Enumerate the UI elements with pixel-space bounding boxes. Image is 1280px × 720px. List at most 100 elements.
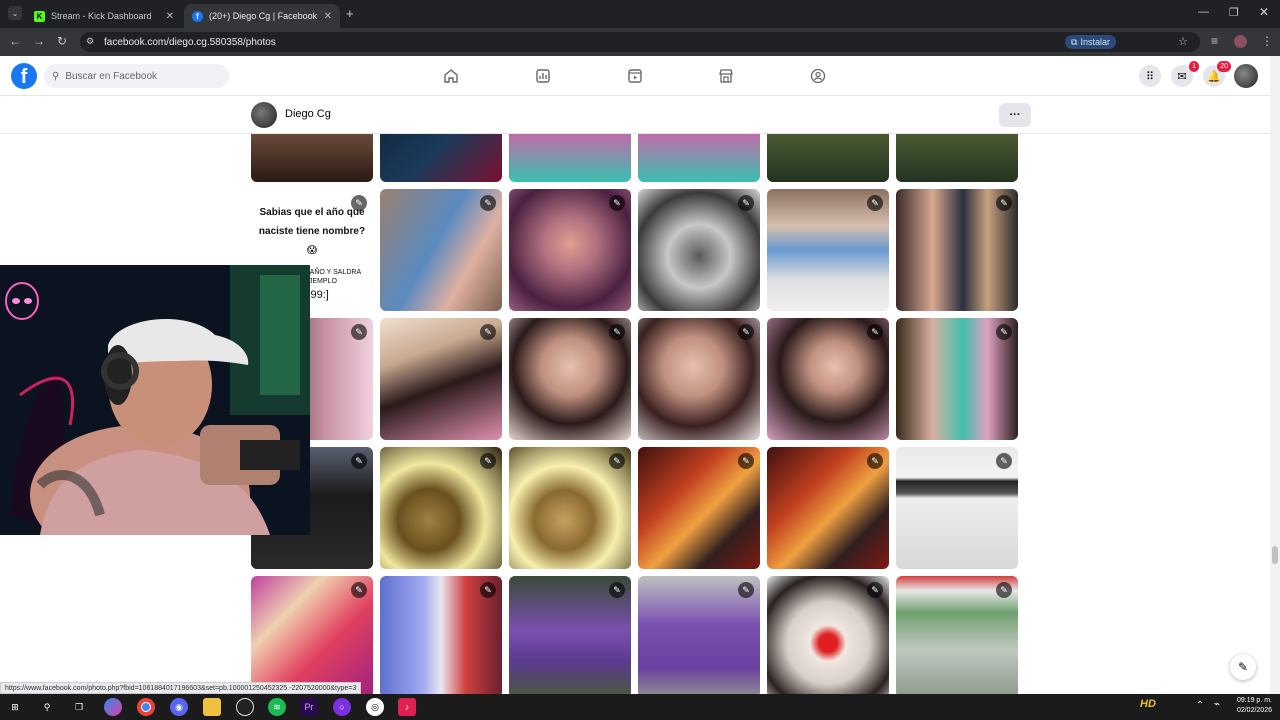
photo-item[interactable] — [509, 134, 631, 182]
back-icon[interactable]: ← — [9, 34, 21, 48]
edit-pencil-icon[interactable]: ✎ — [480, 324, 496, 340]
photo-item[interactable]: ✎ — [638, 318, 760, 440]
more-options-button[interactable]: ··· — [999, 103, 1031, 127]
tray-chevron-icon[interactable]: ⌃ — [1196, 700, 1204, 711]
reload-icon[interactable]: ↻ — [57, 34, 67, 48]
close-tab-icon[interactable]: ✕ — [324, 11, 332, 22]
photo-item[interactable]: ✎ — [767, 189, 889, 311]
premiere-icon[interactable]: Pr — [300, 698, 318, 716]
install-app-button[interactable]: ⧉ Instalar — [1065, 35, 1116, 49]
pages-nav-icon[interactable] — [535, 68, 551, 84]
spotify-icon[interactable]: ≋ — [268, 698, 286, 716]
menu-kebab-icon[interactable]: ⋮ — [1261, 34, 1273, 48]
facebook-logo[interactable]: f — [11, 63, 37, 89]
search-input[interactable]: ⚲ Buscar en Facebook — [44, 64, 229, 88]
url-bar[interactable]: ⚙ facebook.com/diego.cg.580358/photos ⧉ I… — [80, 32, 1200, 52]
edit-pencil-icon[interactable]: ✎ — [867, 582, 883, 598]
edit-pencil-icon[interactable]: ✎ — [996, 582, 1012, 598]
groups-nav-icon[interactable] — [810, 68, 826, 84]
windows-start-icon[interactable]: ⊞ — [6, 698, 24, 716]
photo-item[interactable]: ✎ — [767, 318, 889, 440]
edit-pencil-icon[interactable]: ✎ — [609, 582, 625, 598]
search-icon[interactable]: ⚲ — [38, 698, 56, 716]
restore-button[interactable]: ❐ — [1229, 6, 1239, 19]
photo-item[interactable]: ✎ — [509, 447, 631, 569]
edit-pencil-icon[interactable]: ✎ — [867, 453, 883, 469]
edit-pencil-icon[interactable]: ✎ — [867, 324, 883, 340]
task-view-icon[interactable]: ❒ — [70, 698, 88, 716]
scrollbar-thumb[interactable] — [1272, 546, 1278, 564]
photo-item[interactable] — [767, 134, 889, 182]
menu-grid-button[interactable]: ⠿ — [1139, 65, 1161, 87]
discord-icon[interactable]: ◉ — [170, 698, 188, 716]
new-message-button[interactable]: ✎ — [1230, 654, 1256, 680]
photo-item[interactable]: ✎ — [638, 447, 760, 569]
video-nav-icon[interactable] — [627, 68, 643, 84]
bookmark-star-icon[interactable]: ☆ — [1178, 35, 1188, 48]
copilot-icon[interactable] — [104, 698, 122, 716]
site-info-icon[interactable]: ⚙ — [86, 36, 94, 47]
edit-pencil-icon[interactable]: ✎ — [480, 453, 496, 469]
notifications-button[interactable]: 🔔 20 — [1203, 61, 1231, 87]
edit-pencil-icon[interactable]: ✎ — [738, 453, 754, 469]
app-purple-icon[interactable]: ○ — [333, 698, 351, 716]
photo-item[interactable]: ✎ — [509, 189, 631, 311]
edit-pencil-icon[interactable]: ✎ — [996, 453, 1012, 469]
account-avatar[interactable] — [1234, 64, 1258, 88]
profile-avatar[interactable] — [251, 102, 277, 128]
tab-list-button[interactable]: ⌄ — [8, 6, 22, 20]
photo-item[interactable]: ✎ — [638, 189, 760, 311]
photo-item[interactable]: ✎ — [509, 318, 631, 440]
photo-item[interactable]: ✎ — [380, 447, 502, 569]
edit-pencil-icon[interactable]: ✎ — [609, 195, 625, 211]
tab-facebook[interactable]: f (20+) Diego Cg | Facebook ✕ — [184, 4, 340, 28]
edit-pencil-icon[interactable]: ✎ — [609, 453, 625, 469]
photo-item[interactable]: ✎ — [896, 189, 1018, 311]
tab-kick-dashboard[interactable]: K Stream - Kick Dashboard ✕ — [26, 4, 182, 28]
photo-item[interactable]: ✎ — [767, 576, 889, 694]
photo-item[interactable] — [380, 134, 502, 182]
network-icon[interactable]: ⌁ — [1214, 699, 1220, 710]
app-white-icon[interactable]: ◎ — [366, 698, 384, 716]
photo-item[interactable] — [251, 134, 373, 182]
edit-pencil-icon[interactable]: ✎ — [480, 582, 496, 598]
close-window-button[interactable]: ✕ — [1259, 5, 1269, 19]
photo-item[interactable]: ✎ — [896, 576, 1018, 694]
photo-item[interactable]: ✎ — [380, 189, 502, 311]
photo-item[interactable]: ✎ — [638, 576, 760, 694]
edit-pencil-icon[interactable]: ✎ — [996, 324, 1012, 340]
edit-pencil-icon[interactable]: ✎ — [480, 195, 496, 211]
edit-pencil-icon[interactable]: ✎ — [351, 582, 367, 598]
edit-pencil-icon[interactable]: ✎ — [351, 195, 367, 211]
obs-icon[interactable] — [236, 698, 254, 716]
tiktok-icon[interactable]: ♪ — [398, 698, 416, 716]
edit-pencil-icon[interactable]: ✎ — [351, 324, 367, 340]
photo-item[interactable]: ✎ — [896, 318, 1018, 440]
edit-pencil-icon[interactable]: ✎ — [738, 195, 754, 211]
media-controls-icon[interactable]: ≡ — [1211, 34, 1218, 48]
profile-icon[interactable] — [1234, 35, 1247, 48]
home-nav-icon[interactable] — [443, 68, 459, 84]
photo-item[interactable] — [638, 134, 760, 182]
close-tab-icon[interactable]: ✕ — [166, 11, 174, 22]
photo-item[interactable]: ✎ — [767, 447, 889, 569]
edit-pencil-icon[interactable]: ✎ — [867, 195, 883, 211]
chrome-icon[interactable] — [137, 698, 155, 716]
photo-item[interactable]: ✎ — [380, 576, 502, 694]
profile-name[interactable]: Diego Cg — [285, 108, 331, 120]
messenger-button[interactable]: ✉ 1 — [1171, 61, 1199, 87]
edit-pencil-icon[interactable]: ✎ — [738, 582, 754, 598]
photo-item[interactable]: ✎ — [896, 447, 1018, 569]
photo-item[interactable]: ✎ — [251, 576, 373, 694]
edit-pencil-icon[interactable]: ✎ — [996, 195, 1012, 211]
photo-item[interactable]: ✎ — [509, 576, 631, 694]
edit-pencil-icon[interactable]: ✎ — [609, 324, 625, 340]
forward-icon[interactable]: → — [33, 34, 45, 48]
file-explorer-icon[interactable] — [203, 698, 221, 716]
photo-item[interactable]: ✎ — [380, 318, 502, 440]
taskbar-clock[interactable]: 09:19 p. m. 02/02/2026 — [1237, 696, 1272, 716]
minimize-button[interactable]: — — [1198, 6, 1209, 18]
marketplace-nav-icon[interactable] — [718, 68, 734, 84]
edit-pencil-icon[interactable]: ✎ — [738, 324, 754, 340]
edit-pencil-icon[interactable]: ✎ — [351, 453, 367, 469]
